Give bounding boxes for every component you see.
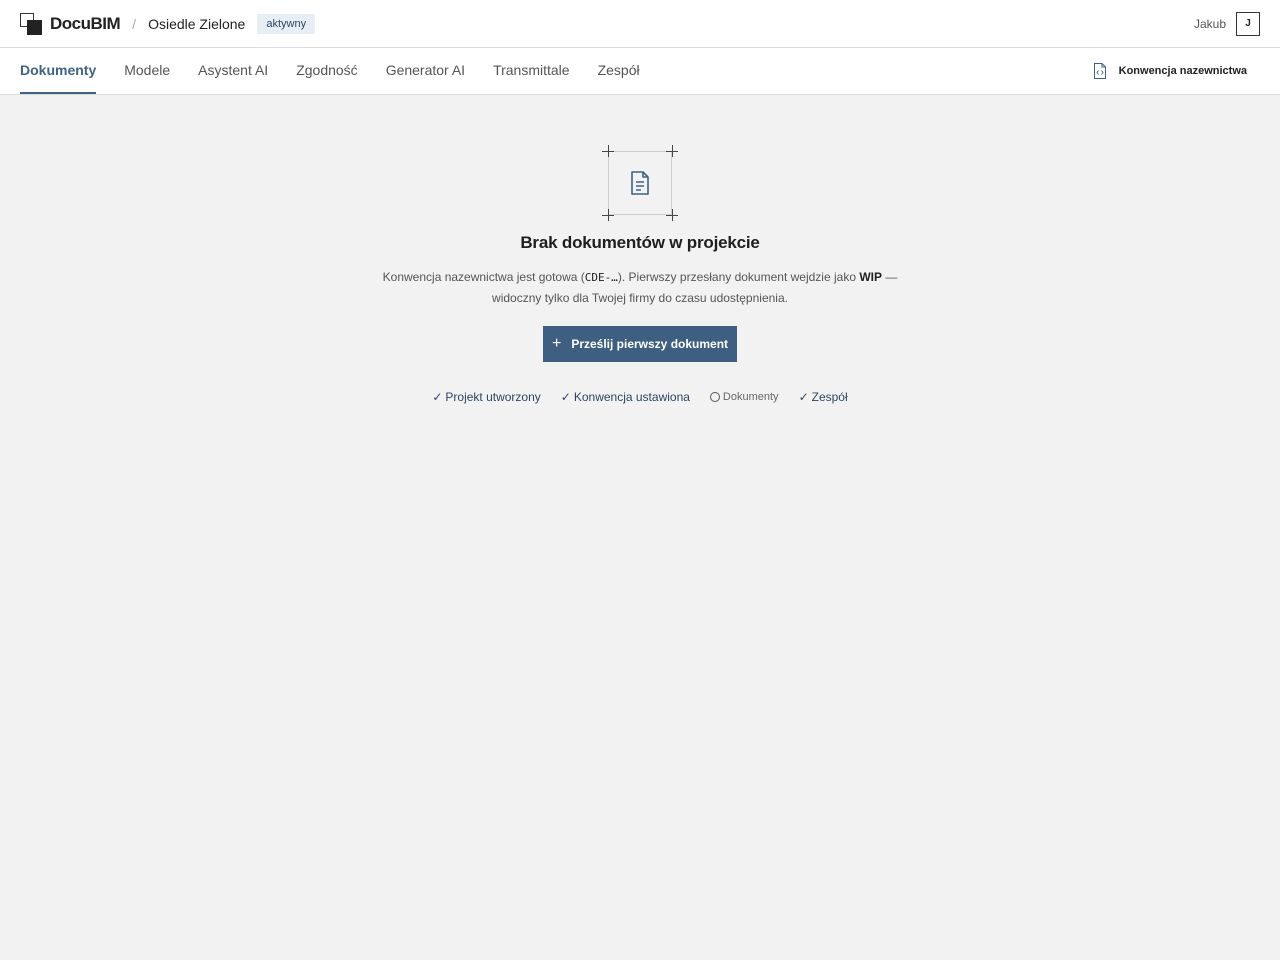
- avatar[interactable]: J: [1236, 11, 1260, 36]
- plus-icon: +: [551, 335, 562, 352]
- tab-bar: Dokumenty Modele Asystent AI Zgodność Ge…: [0, 48, 1280, 95]
- naming-convention-label: Konwencja nazewnictwa: [1118, 65, 1247, 77]
- naming-convention-button[interactable]: Konwencja nazewnictwa: [1093, 48, 1260, 94]
- step-naming-set[interactable]: ✓ Konwencja ustawiona: [561, 390, 690, 404]
- upload-first-document-button[interactable]: + Prześlij pierwszy dokument: [543, 326, 737, 362]
- naming-code: CDE-…: [584, 271, 618, 284]
- document-code-icon: [1093, 63, 1106, 79]
- step-label: Zespół: [811, 390, 848, 404]
- step-project-created[interactable]: ✓ Projekt utworzony: [432, 390, 540, 404]
- corner-cross-icon: [602, 145, 614, 157]
- tab-generator-ai[interactable]: Generator AI: [386, 48, 465, 94]
- tab-asystent-ai[interactable]: Asystent AI: [198, 48, 268, 94]
- corner-cross-icon: [666, 145, 678, 157]
- desc-text-2: ). Pierwszy przesłany dokument wejdzie j…: [617, 270, 860, 284]
- tab-modele[interactable]: Modele: [124, 48, 170, 94]
- empty-state: Brak dokumentów w projekcie Konwencja na…: [0, 95, 1280, 404]
- step-label: Dokumenty: [722, 391, 779, 403]
- tab-dokumenty[interactable]: Dokumenty: [20, 48, 97, 94]
- empty-state-title: Brak dokumentów w projekcie: [520, 233, 760, 252]
- step-label: Konwencja ustawiona: [573, 390, 690, 404]
- status-badge: aktywny: [257, 13, 316, 34]
- upload-button-label: Prześlij pierwszy dokument: [571, 337, 729, 351]
- step-label: Projekt utworzony: [445, 390, 541, 404]
- logo-text: DocuBIM: [50, 13, 121, 33]
- onboarding-steps: ✓ Projekt utworzony ✓ Konwencja ustawion…: [432, 390, 847, 404]
- check-icon: ✓: [798, 390, 809, 404]
- project-name[interactable]: Osiedle Zielone: [148, 16, 245, 32]
- user-menu[interactable]: Jakub J: [1193, 11, 1260, 36]
- logo[interactable]: DocuBIM: [20, 12, 121, 35]
- circle-icon: [709, 392, 720, 402]
- document-icon: [631, 171, 649, 195]
- corner-cross-icon: [666, 209, 678, 221]
- empty-icon-frame: [602, 145, 678, 221]
- corner-cross-icon: [602, 209, 614, 221]
- desc-text-1: Konwencja nazewnictwa jest gotowa (: [382, 270, 585, 284]
- tab-transmittale[interactable]: Transmittale: [493, 48, 570, 94]
- breadcrumb-separator: /: [132, 15, 137, 32]
- check-icon: ✓: [560, 390, 571, 404]
- logo-icon: [20, 12, 42, 35]
- top-bar: DocuBIM / Osiedle Zielone aktywny Jakub …: [0, 0, 1280, 48]
- empty-state-description: Konwencja nazewnictwa jest gotowa (CDE-……: [370, 267, 910, 309]
- step-documents[interactable]: Dokumenty: [709, 391, 779, 403]
- user-name: Jakub: [1193, 16, 1226, 31]
- tab-zgodnosc[interactable]: Zgodność: [296, 48, 357, 94]
- tab-zespol[interactable]: Zespół: [598, 48, 640, 94]
- wip-label: WIP: [859, 270, 882, 284]
- step-team[interactable]: ✓ Zespół: [799, 390, 848, 404]
- check-icon: ✓: [432, 390, 443, 404]
